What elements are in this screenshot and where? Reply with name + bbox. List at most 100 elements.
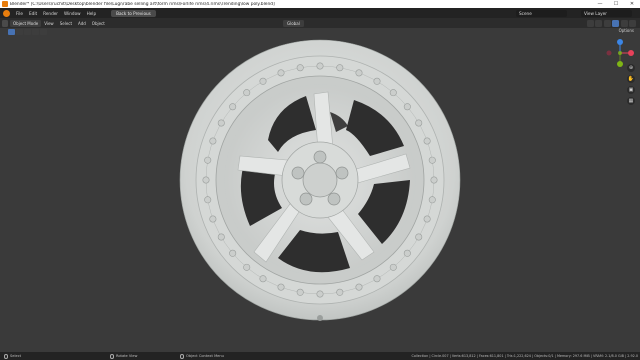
gizmo-x-axis[interactable] — [628, 50, 634, 56]
menu-select[interactable]: Select — [57, 21, 75, 26]
gizmo-z-axis[interactable] — [617, 39, 623, 45]
camera-icon[interactable]: ▣ — [627, 86, 635, 94]
select-extend-button[interactable] — [16, 29, 23, 35]
rim-bolt — [229, 249, 237, 257]
select-invert-button[interactable] — [32, 29, 39, 35]
status-bar: Select Rotate View Object Context Menu C… — [0, 352, 640, 360]
menu-file[interactable]: File — [13, 11, 26, 16]
rim-bolt — [373, 275, 381, 283]
view-layer-selector[interactable]: View Layer — [581, 9, 632, 17]
object-mode-dropdown[interactable]: Object Mode — [10, 19, 42, 27]
rendered-shading-button[interactable] — [629, 19, 636, 27]
status-hint-select-label: Select — [10, 354, 22, 358]
window-controls: — ☐ ✕ — [592, 0, 640, 8]
rim-bolt — [355, 283, 363, 291]
view-layer-label: View Layer — [584, 10, 607, 16]
rim-bolt — [209, 215, 217, 223]
rim-bolt — [428, 156, 436, 164]
menu-object[interactable]: Object — [89, 21, 108, 26]
center-bore — [302, 162, 338, 198]
hand-icon[interactable]: ✋ — [627, 75, 635, 83]
menu-help[interactable]: Help — [84, 11, 100, 16]
mouse-left-icon — [4, 353, 8, 359]
scene-label: Scene — [519, 10, 532, 16]
zoom-icon[interactable]: ⊕ — [627, 64, 635, 72]
rim-bolt — [204, 196, 212, 204]
status-hint-rotate: Rotate View — [110, 353, 180, 359]
rim-bolt — [202, 176, 210, 184]
select-intersect-button[interactable] — [40, 29, 47, 35]
status-hint-context: Object Context Menu — [180, 353, 270, 359]
minimize-button[interactable]: — — [592, 0, 608, 8]
rim-bolt — [204, 156, 212, 164]
rim-bolt — [430, 176, 438, 184]
viewport-header: Object Mode View Select Add Object Globa… — [0, 18, 640, 28]
rim-bolt — [415, 233, 423, 241]
window-titlebar: Blender* [C:\Users\ruchit\Desktop\blende… — [0, 0, 640, 8]
back-to-previous-button[interactable]: Back to Previous — [111, 9, 156, 17]
rim-bolt — [423, 137, 431, 145]
blender-logo-icon[interactable] — [3, 9, 10, 17]
rim-bolt — [403, 249, 411, 257]
solid-shading-button[interactable] — [612, 19, 619, 27]
rim-bolt — [217, 233, 225, 241]
status-hint-select: Select — [4, 353, 74, 359]
editor-type-button[interactable] — [2, 19, 8, 27]
rim-bolt — [355, 69, 363, 77]
xray-toggle[interactable] — [595, 19, 602, 27]
rim-bolt — [428, 196, 436, 204]
menu-add[interactable]: Add — [75, 21, 89, 26]
shading-buttons — [586, 19, 636, 27]
rim-bolt — [277, 283, 285, 291]
menu-render[interactable]: Render — [40, 11, 61, 16]
menu-window[interactable]: Window — [61, 11, 84, 16]
rim-bolt — [316, 62, 324, 70]
status-hint-context-label: Object Context Menu — [186, 354, 224, 358]
rim-bolt — [229, 103, 237, 111]
overlay-toggle[interactable] — [586, 19, 594, 27]
window-title: Blender* [C:\Users\ruchit\Desktop\blende… — [10, 1, 275, 7]
blender-app-icon — [2, 1, 8, 7]
status-hint-rotate-label: Rotate View — [116, 354, 138, 358]
menu-edit[interactable]: Edit — [26, 11, 40, 16]
mouse-middle-icon — [110, 353, 114, 359]
valve-stem — [317, 315, 323, 321]
rim-bolt — [209, 137, 217, 145]
wheel-model — [179, 39, 461, 321]
maximize-button[interactable]: ☐ — [608, 0, 624, 8]
options-dropdown[interactable]: Options — [619, 28, 634, 33]
rim-bolt — [296, 288, 304, 296]
grid-icon[interactable]: ▦ — [627, 97, 635, 105]
rim-bolt — [403, 103, 411, 111]
viewport-nav-icons: ⊕ ✋ ▣ ▦ — [627, 64, 635, 105]
close-button[interactable]: ✕ — [624, 0, 640, 8]
select-box-button[interactable] — [8, 29, 15, 35]
select-subtract-button[interactable] — [24, 29, 31, 35]
material-shading-button[interactable] — [620, 19, 628, 27]
rim-bolt — [373, 77, 381, 85]
wireframe-shading-button[interactable] — [603, 19, 611, 27]
rim-bolt — [415, 119, 423, 127]
rim-bolt — [243, 89, 251, 97]
top-menu-bar: File Edit Render Window Help Back to Pre… — [0, 8, 640, 18]
gizmo-neg-x-axis[interactable] — [606, 50, 612, 56]
rim-bolt — [217, 119, 225, 127]
rim-bolt — [296, 64, 304, 72]
rim-bolt — [423, 215, 431, 223]
rim-bolt — [336, 288, 344, 296]
rim-bolt — [259, 77, 267, 85]
rim-bolt — [316, 290, 324, 298]
gizmo-y-axis[interactable] — [617, 61, 623, 67]
select-mode-buttons — [8, 29, 47, 35]
rim-bolt — [389, 89, 397, 97]
rim-bolt — [389, 263, 397, 271]
scene-statistics: Collection | Circle.007 | Verts:613,812 … — [411, 354, 638, 358]
rim-bolt — [243, 263, 251, 271]
gizmo-center — [618, 51, 622, 55]
rim-bolt — [336, 64, 344, 72]
transform-orientation-dropdown[interactable]: Global — [283, 19, 304, 27]
scene-selector[interactable]: Scene — [516, 9, 567, 17]
mouse-right-icon — [180, 353, 184, 359]
rim-bolt — [259, 275, 267, 283]
menu-view[interactable]: View — [41, 21, 57, 26]
